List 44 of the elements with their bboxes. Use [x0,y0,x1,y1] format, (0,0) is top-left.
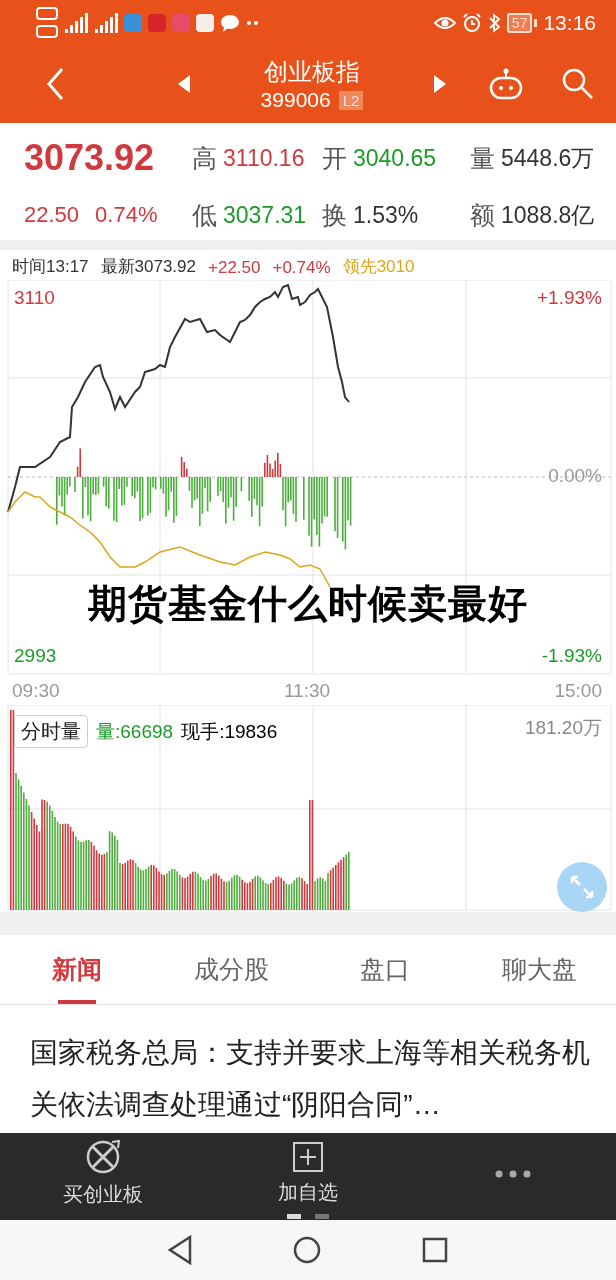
status-time: 13:16 [543,10,596,35]
level-badge: L2 [338,90,364,110]
last-price: 3073.92 [24,137,156,179]
volume-mode-button[interactable]: 分时量 [14,715,88,748]
field-label: 换 [322,199,347,231]
index-code: 399006 [260,88,331,112]
overlay-caption: 期货基金什么时候卖最好 [88,581,528,627]
time-axis-label: 11:30 [283,680,331,702]
tab[interactable]: 盘口 [308,935,462,1004]
buy-button[interactable]: 买创业板 [0,1133,206,1214]
field-label: 额 [470,199,495,231]
chart-info-text: 最新3073.92 [100,256,196,278]
max-volume-label: 181.20万 [524,716,602,740]
tab[interactable]: 聊大盘 [462,935,616,1004]
field-value: 5448.6万 [501,143,595,173]
axis-price-label: 3110 [14,287,55,309]
news-headline[interactable]: 国家税务总局：支持并要求上海等相关税务机关依法调查处理通过“阴阳合同”… [30,1027,590,1131]
field-value: 3037.31 [223,201,307,229]
axis-percent-label: -1.93% [541,645,602,667]
field-value: 1.53% [353,201,419,229]
chart-info-text: +22.50 [208,258,261,278]
field-value: 3110.16 [223,144,305,172]
time-axis-label: 09:30 [12,680,60,702]
axis-price-label: 2993 [14,645,57,667]
field-label: 低 [192,199,217,231]
volume-text: 量:66698 [96,719,174,744]
chart-info-text: 时间13:17 [12,256,89,278]
field-label: 高 [192,142,217,174]
price-change: 22.50 [24,202,80,228]
field-value: 1088.8亿 [501,200,595,230]
field-label: 开 [322,142,347,174]
current-hand-text: 现手:19836 [181,719,278,744]
chart-info-text: +0.74% [272,258,331,278]
index-title: 创业板指 [264,57,360,87]
time-axis-label: 15:00 [554,680,602,702]
add-watchlist-button[interactable]: 加自选 [205,1133,411,1214]
tab[interactable]: 新闻 [0,935,154,1004]
percent-change: 0.74% [95,202,158,228]
field-label: 量 [470,142,495,174]
axis-percent-label: 0.00% [548,465,602,487]
tab[interactable]: 成分股 [154,935,308,1004]
chart-info-text: 领先3010 [342,256,415,278]
axis-percent-label: +1.93% [537,287,602,309]
field-value: 3040.65 [353,144,437,172]
